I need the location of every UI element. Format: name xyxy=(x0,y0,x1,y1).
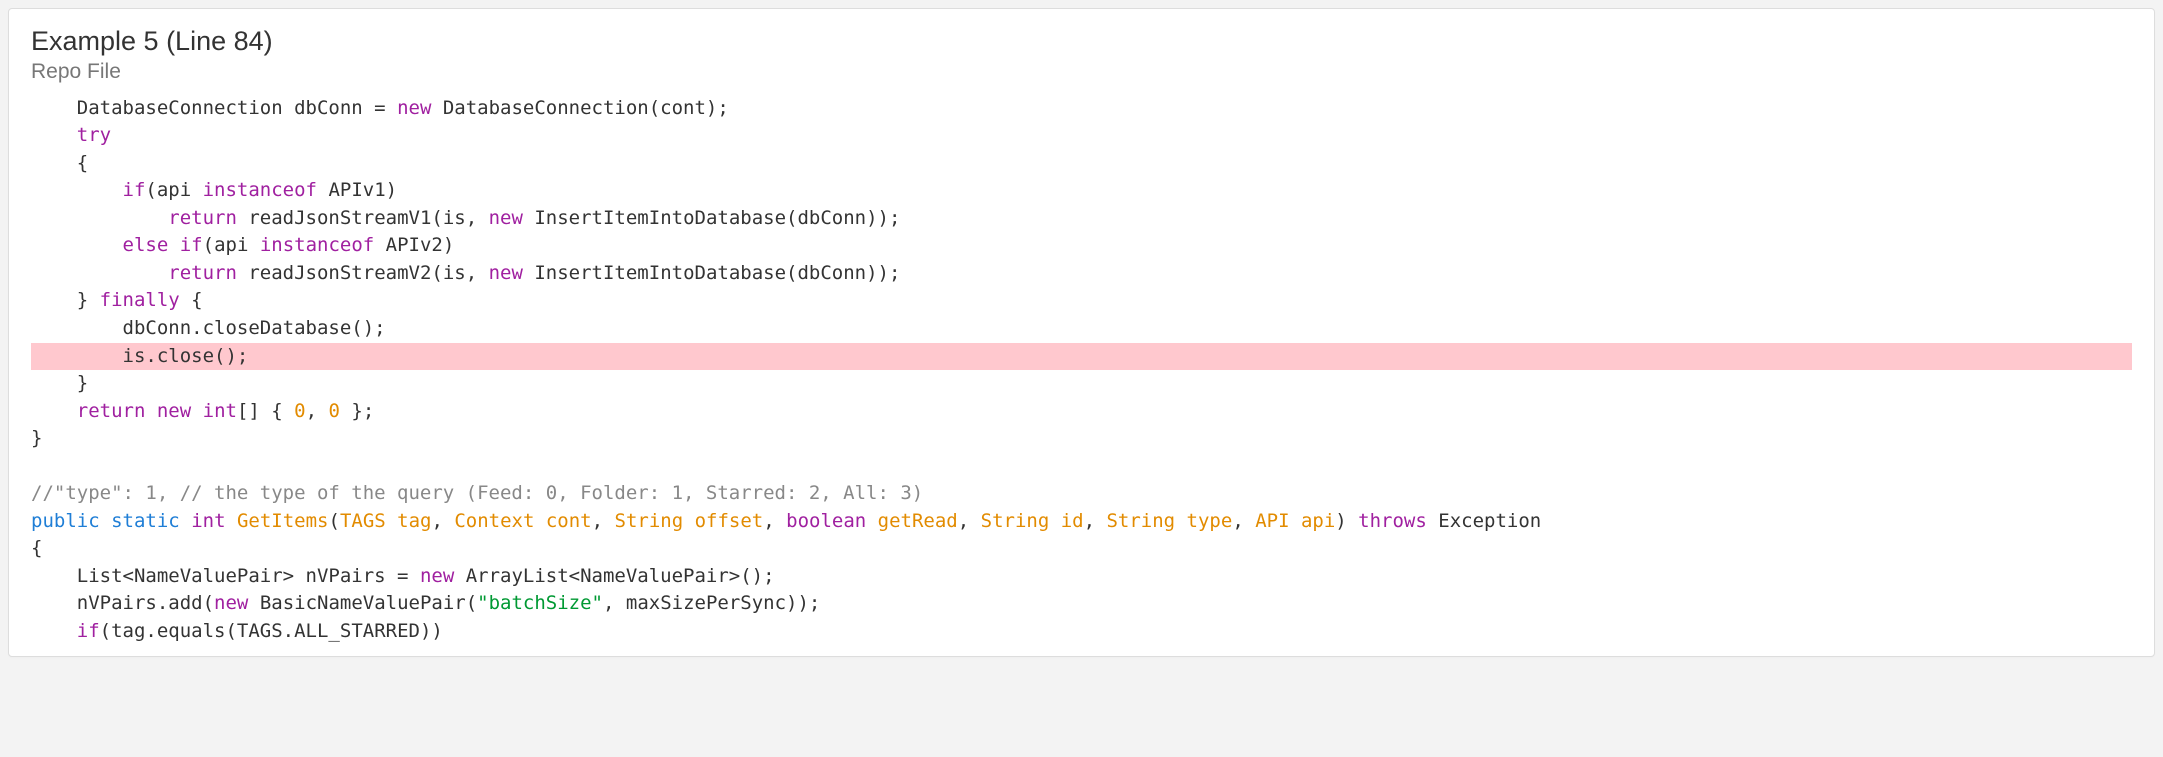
code-line: dbConn.closeDatabase(); xyxy=(31,315,2132,343)
code-line: } finally { xyxy=(31,287,2132,315)
code-line: public static int GetItems(TAGS tag, Con… xyxy=(31,508,2132,536)
code-line: { xyxy=(31,535,2132,563)
code-line: DatabaseConnection dbConn = new Database… xyxy=(31,95,2132,123)
code-line: return readJsonStreamV2(is, new InsertIt… xyxy=(31,260,2132,288)
code-line xyxy=(31,453,2132,481)
code-line: return new int[] { 0, 0 }; xyxy=(31,398,2132,426)
code-line: } xyxy=(31,370,2132,398)
code-line: return readJsonStreamV1(is, new InsertIt… xyxy=(31,205,2132,233)
example-title: Example 5 (Line 84) xyxy=(31,25,2132,57)
code-line: if(api instanceof APIv1) xyxy=(31,177,2132,205)
code-line: } xyxy=(31,425,2132,453)
example-subtitle: Repo File xyxy=(31,59,2132,84)
code-example-panel: Example 5 (Line 84) Repo File DatabaseCo… xyxy=(8,8,2155,657)
code-block: DatabaseConnection dbConn = new Database… xyxy=(31,95,2132,646)
code-line: nVPairs.add(new BasicNameValuePair("batc… xyxy=(31,590,2132,618)
code-line: List<NameValuePair> nVPairs = new ArrayL… xyxy=(31,563,2132,591)
code-line: if(tag.equals(TAGS.ALL_STARRED)) xyxy=(31,618,2132,646)
code-line: //"type": 1, // the type of the query (F… xyxy=(31,480,2132,508)
code-line-highlighted: is.close(); xyxy=(31,343,2132,371)
code-line: try xyxy=(31,122,2132,150)
code-line: else if(api instanceof APIv2) xyxy=(31,232,2132,260)
code-line: { xyxy=(31,150,2132,178)
